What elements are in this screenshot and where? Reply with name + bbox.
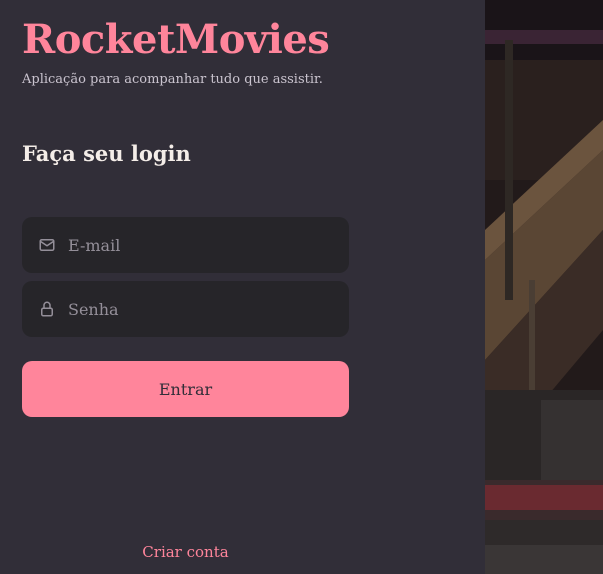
brand-title: RocketMovies	[22, 16, 330, 63]
sign-in-page: RocketMovies Aplicação para acompanhar t…	[0, 0, 603, 574]
brand-tagline: Aplicação para acompanhar tudo que assis…	[22, 72, 323, 87]
email-field[interactable]	[22, 217, 349, 273]
mail-icon	[38, 236, 56, 254]
cinema-background-image	[485, 0, 603, 574]
password-field[interactable]	[22, 281, 349, 337]
login-heading: Faça seu login	[22, 141, 191, 166]
password-input[interactable]	[68, 281, 349, 337]
create-account-link[interactable]: Criar conta	[22, 541, 349, 563]
email-input[interactable]	[68, 217, 349, 273]
sign-in-panel: RocketMovies Aplicação para acompanhar t…	[0, 0, 485, 574]
sign-in-button[interactable]: Entrar	[22, 361, 349, 417]
lock-icon	[38, 300, 56, 318]
